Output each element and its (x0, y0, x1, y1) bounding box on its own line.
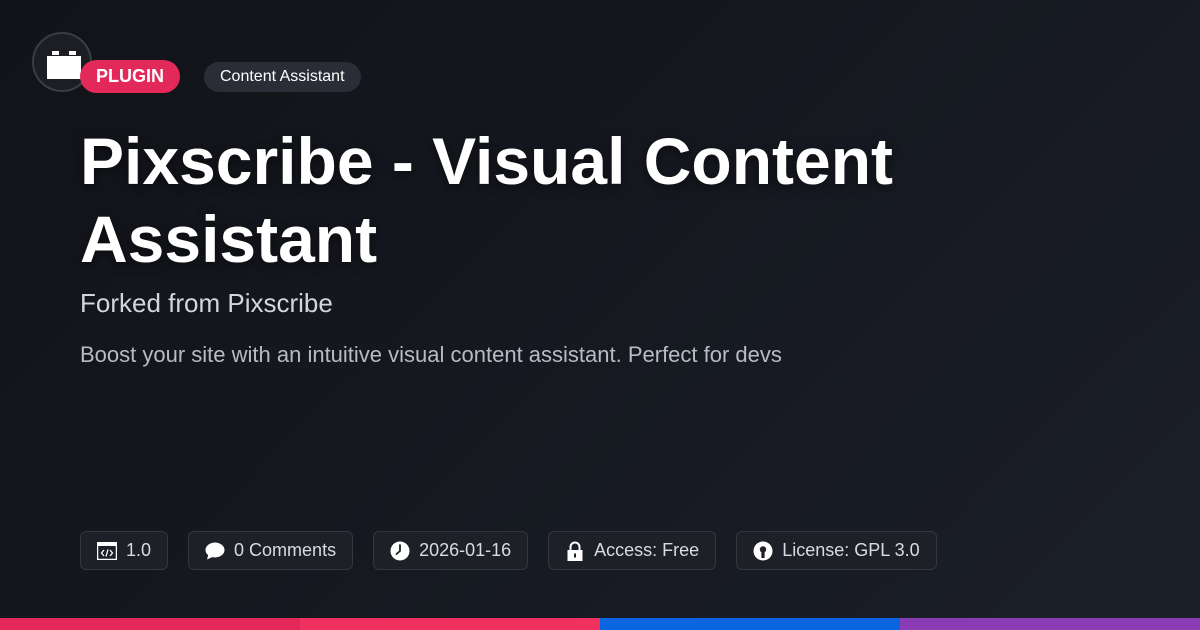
comment-icon (205, 541, 225, 561)
accent-bar-segment (600, 618, 900, 630)
license-icon (753, 541, 773, 561)
plugin-badge: PLUGIN (80, 60, 181, 93)
version-text: 1.0 (126, 540, 152, 560)
comments-item[interactable]: 0 Comments (188, 531, 354, 570)
comments-text: 0 Comments (234, 540, 337, 560)
accent-bar-segment (300, 618, 600, 630)
category-badge[interactable]: Content Assistant (204, 62, 361, 92)
access-item: Access: Free (548, 531, 717, 570)
license-text: License: GPL 3.0 (782, 540, 920, 560)
accent-bar-segment (900, 618, 1200, 630)
lock-icon (565, 541, 585, 561)
page-title: Pixscribe - Visual Content Assistant (80, 124, 894, 276)
clock-icon (390, 541, 410, 561)
date-text: 2026-01-16 (419, 540, 512, 560)
access-text: Access: Free (594, 540, 700, 560)
plugin-block-icon (47, 51, 81, 79)
version-item: 1.0 (80, 531, 169, 570)
accent-bar-segment (0, 618, 300, 630)
date-item: 2026-01-16 (373, 531, 529, 570)
code-window-icon (97, 541, 117, 561)
accent-bar (0, 618, 1200, 630)
description: Boost your site with an intuitive visual… (80, 342, 782, 367)
subtitle: Forked from Pixscribe (80, 288, 333, 318)
meta-row: 1.0 0 Comments 2026-01-16 Access: Free L… (80, 531, 937, 570)
license-item: License: GPL 3.0 (736, 531, 937, 570)
